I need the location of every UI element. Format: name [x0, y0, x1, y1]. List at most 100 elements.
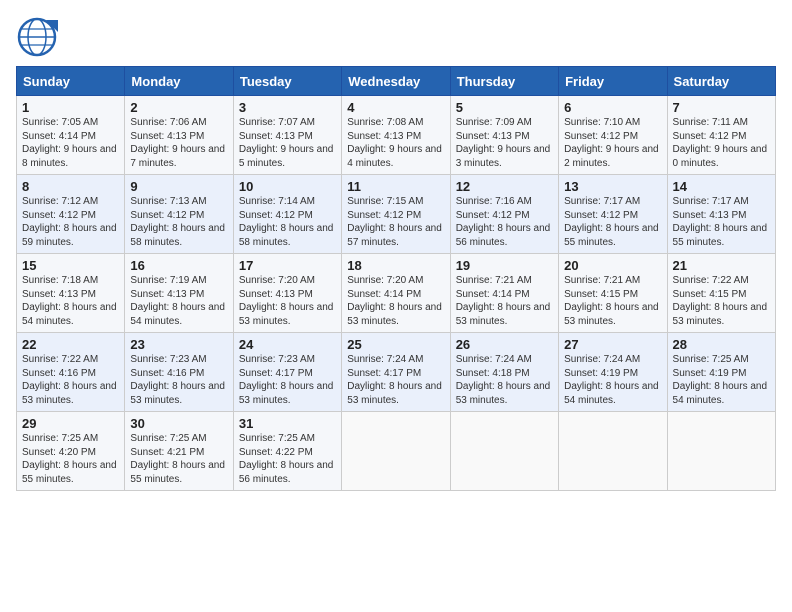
day-number: 19	[456, 258, 553, 273]
day-info: Sunrise: 7:24 AMSunset: 4:17 PMDaylight:…	[347, 354, 442, 406]
calendar-week-1: 1 Sunrise: 7:05 AMSunset: 4:14 PMDayligh…	[17, 96, 776, 175]
col-header-thursday: Thursday	[450, 67, 558, 96]
calendar-week-5: 29 Sunrise: 7:25 AMSunset: 4:20 PMDaylig…	[17, 412, 776, 491]
col-header-monday: Monday	[125, 67, 233, 96]
day-number: 21	[673, 258, 770, 273]
calendar-header-row: SundayMondayTuesdayWednesdayThursdayFrid…	[17, 67, 776, 96]
day-info: Sunrise: 7:24 AMSunset: 4:19 PMDaylight:…	[564, 354, 659, 406]
day-info: Sunrise: 7:10 AMSunset: 4:12 PMDaylight:…	[564, 117, 659, 169]
calendar-week-3: 15 Sunrise: 7:18 AMSunset: 4:13 PMDaylig…	[17, 254, 776, 333]
day-cell-17: 17 Sunrise: 7:20 AMSunset: 4:13 PMDaylig…	[233, 254, 341, 333]
day-cell-22: 22 Sunrise: 7:22 AMSunset: 4:16 PMDaylig…	[17, 333, 125, 412]
day-number: 18	[347, 258, 444, 273]
day-info: Sunrise: 7:25 AMSunset: 4:20 PMDaylight:…	[22, 433, 117, 485]
day-cell-12: 12 Sunrise: 7:16 AMSunset: 4:12 PMDaylig…	[450, 175, 558, 254]
col-header-sunday: Sunday	[17, 67, 125, 96]
day-info: Sunrise: 7:09 AMSunset: 4:13 PMDaylight:…	[456, 117, 551, 169]
day-info: Sunrise: 7:15 AMSunset: 4:12 PMDaylight:…	[347, 196, 442, 248]
day-cell-3: 3 Sunrise: 7:07 AMSunset: 4:13 PMDayligh…	[233, 96, 341, 175]
day-cell-18: 18 Sunrise: 7:20 AMSunset: 4:14 PMDaylig…	[342, 254, 450, 333]
day-cell-24: 24 Sunrise: 7:23 AMSunset: 4:17 PMDaylig…	[233, 333, 341, 412]
day-cell-19: 19 Sunrise: 7:21 AMSunset: 4:14 PMDaylig…	[450, 254, 558, 333]
day-info: Sunrise: 7:23 AMSunset: 4:17 PMDaylight:…	[239, 354, 334, 406]
day-cell-11: 11 Sunrise: 7:15 AMSunset: 4:12 PMDaylig…	[342, 175, 450, 254]
day-number: 31	[239, 416, 336, 431]
day-number: 20	[564, 258, 661, 273]
day-cell-4: 4 Sunrise: 7:08 AMSunset: 4:13 PMDayligh…	[342, 96, 450, 175]
day-info: Sunrise: 7:18 AMSunset: 4:13 PMDaylight:…	[22, 275, 117, 327]
day-info: Sunrise: 7:16 AMSunset: 4:12 PMDaylight:…	[456, 196, 551, 248]
day-number: 6	[564, 100, 661, 115]
day-cell-16: 16 Sunrise: 7:19 AMSunset: 4:13 PMDaylig…	[125, 254, 233, 333]
day-cell-27: 27 Sunrise: 7:24 AMSunset: 4:19 PMDaylig…	[559, 333, 667, 412]
day-number: 2	[130, 100, 227, 115]
day-cell-1: 1 Sunrise: 7:05 AMSunset: 4:14 PMDayligh…	[17, 96, 125, 175]
day-number: 11	[347, 179, 444, 194]
day-cell-31: 31 Sunrise: 7:25 AMSunset: 4:22 PMDaylig…	[233, 412, 341, 491]
day-info: Sunrise: 7:22 AMSunset: 4:16 PMDaylight:…	[22, 354, 117, 406]
day-cell-28: 28 Sunrise: 7:25 AMSunset: 4:19 PMDaylig…	[667, 333, 775, 412]
day-info: Sunrise: 7:21 AMSunset: 4:14 PMDaylight:…	[456, 275, 551, 327]
day-number: 3	[239, 100, 336, 115]
calendar-week-4: 22 Sunrise: 7:22 AMSunset: 4:16 PMDaylig…	[17, 333, 776, 412]
day-info: Sunrise: 7:12 AMSunset: 4:12 PMDaylight:…	[22, 196, 117, 248]
day-info: Sunrise: 7:11 AMSunset: 4:12 PMDaylight:…	[673, 117, 768, 169]
col-header-friday: Friday	[559, 67, 667, 96]
logo-icon	[16, 16, 58, 58]
day-cell-9: 9 Sunrise: 7:13 AMSunset: 4:12 PMDayligh…	[125, 175, 233, 254]
day-number: 23	[130, 337, 227, 352]
day-cell-29: 29 Sunrise: 7:25 AMSunset: 4:20 PMDaylig…	[17, 412, 125, 491]
day-info: Sunrise: 7:05 AMSunset: 4:14 PMDaylight:…	[22, 117, 117, 169]
day-number: 4	[347, 100, 444, 115]
empty-cell	[342, 412, 450, 491]
day-number: 29	[22, 416, 119, 431]
day-number: 27	[564, 337, 661, 352]
day-number: 7	[673, 100, 770, 115]
day-number: 16	[130, 258, 227, 273]
day-cell-21: 21 Sunrise: 7:22 AMSunset: 4:15 PMDaylig…	[667, 254, 775, 333]
day-number: 24	[239, 337, 336, 352]
day-info: Sunrise: 7:19 AMSunset: 4:13 PMDaylight:…	[130, 275, 225, 327]
day-info: Sunrise: 7:21 AMSunset: 4:15 PMDaylight:…	[564, 275, 659, 327]
day-info: Sunrise: 7:25 AMSunset: 4:22 PMDaylight:…	[239, 433, 334, 485]
day-cell-20: 20 Sunrise: 7:21 AMSunset: 4:15 PMDaylig…	[559, 254, 667, 333]
day-number: 15	[22, 258, 119, 273]
day-info: Sunrise: 7:06 AMSunset: 4:13 PMDaylight:…	[130, 117, 225, 169]
day-cell-15: 15 Sunrise: 7:18 AMSunset: 4:13 PMDaylig…	[17, 254, 125, 333]
day-info: Sunrise: 7:23 AMSunset: 4:16 PMDaylight:…	[130, 354, 225, 406]
day-cell-14: 14 Sunrise: 7:17 AMSunset: 4:13 PMDaylig…	[667, 175, 775, 254]
day-number: 22	[22, 337, 119, 352]
page-header	[16, 16, 776, 58]
day-number: 26	[456, 337, 553, 352]
day-cell-8: 8 Sunrise: 7:12 AMSunset: 4:12 PMDayligh…	[17, 175, 125, 254]
day-info: Sunrise: 7:25 AMSunset: 4:19 PMDaylight:…	[673, 354, 768, 406]
day-number: 10	[239, 179, 336, 194]
day-info: Sunrise: 7:13 AMSunset: 4:12 PMDaylight:…	[130, 196, 225, 248]
day-cell-6: 6 Sunrise: 7:10 AMSunset: 4:12 PMDayligh…	[559, 96, 667, 175]
day-info: Sunrise: 7:20 AMSunset: 4:13 PMDaylight:…	[239, 275, 334, 327]
empty-cell	[667, 412, 775, 491]
day-number: 12	[456, 179, 553, 194]
day-cell-2: 2 Sunrise: 7:06 AMSunset: 4:13 PMDayligh…	[125, 96, 233, 175]
day-info: Sunrise: 7:20 AMSunset: 4:14 PMDaylight:…	[347, 275, 442, 327]
calendar-table: SundayMondayTuesdayWednesdayThursdayFrid…	[16, 66, 776, 491]
day-info: Sunrise: 7:17 AMSunset: 4:12 PMDaylight:…	[564, 196, 659, 248]
day-number: 28	[673, 337, 770, 352]
calendar-week-2: 8 Sunrise: 7:12 AMSunset: 4:12 PMDayligh…	[17, 175, 776, 254]
day-number: 9	[130, 179, 227, 194]
col-header-tuesday: Tuesday	[233, 67, 341, 96]
day-cell-13: 13 Sunrise: 7:17 AMSunset: 4:12 PMDaylig…	[559, 175, 667, 254]
day-cell-5: 5 Sunrise: 7:09 AMSunset: 4:13 PMDayligh…	[450, 96, 558, 175]
day-info: Sunrise: 7:25 AMSunset: 4:21 PMDaylight:…	[130, 433, 225, 485]
day-cell-23: 23 Sunrise: 7:23 AMSunset: 4:16 PMDaylig…	[125, 333, 233, 412]
logo	[16, 16, 60, 58]
empty-cell	[450, 412, 558, 491]
day-number: 25	[347, 337, 444, 352]
empty-cell	[559, 412, 667, 491]
day-cell-30: 30 Sunrise: 7:25 AMSunset: 4:21 PMDaylig…	[125, 412, 233, 491]
day-cell-25: 25 Sunrise: 7:24 AMSunset: 4:17 PMDaylig…	[342, 333, 450, 412]
day-info: Sunrise: 7:24 AMSunset: 4:18 PMDaylight:…	[456, 354, 551, 406]
day-number: 14	[673, 179, 770, 194]
day-info: Sunrise: 7:17 AMSunset: 4:13 PMDaylight:…	[673, 196, 768, 248]
day-info: Sunrise: 7:08 AMSunset: 4:13 PMDaylight:…	[347, 117, 442, 169]
